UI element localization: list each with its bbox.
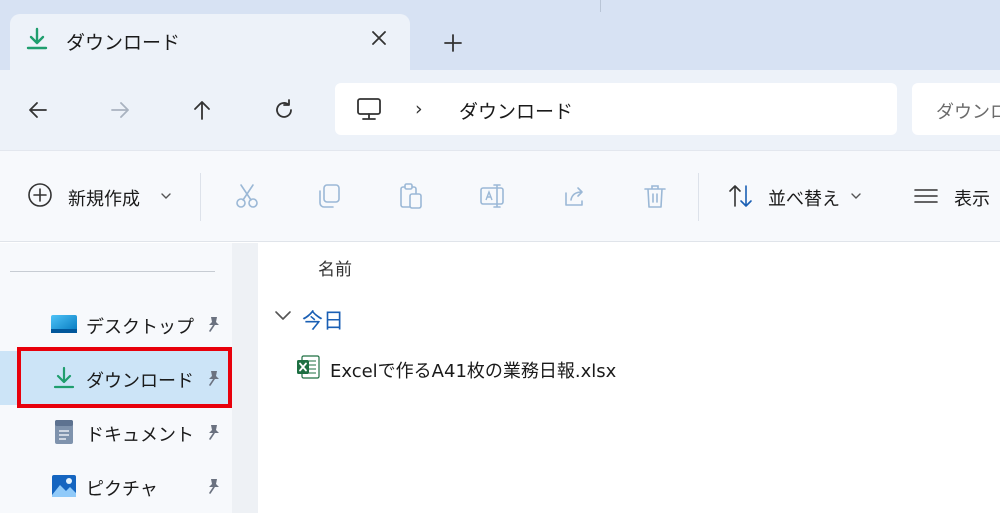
view-lines-icon xyxy=(914,189,938,203)
file-list: 名前 今日 Excelで作るA41枚の業務日報.xlsx xyxy=(258,243,1000,513)
file-name: Excelで作るA41枚の業務日報.xlsx xyxy=(330,361,617,382)
pin-icon[interactable] xyxy=(204,477,222,495)
tab-title: ダウンロード xyxy=(66,32,181,54)
pin-icon[interactable] xyxy=(204,315,222,333)
toolbar-divider xyxy=(698,173,699,221)
chevron-down-icon xyxy=(161,193,171,199)
sidebar-scrollbar[interactable] xyxy=(232,243,258,513)
toolbar-divider xyxy=(200,173,201,221)
tab-downloads[interactable]: ダウンロード xyxy=(10,14,410,70)
title-bar: ダウンロード xyxy=(0,0,1000,70)
sort-button-label: 並べ替え xyxy=(768,189,840,210)
breadcrumb-chevron[interactable]: › xyxy=(415,98,423,120)
address-bar[interactable]: › ダウンロード xyxy=(335,83,897,135)
highlight-annotation-box xyxy=(17,347,232,408)
sidebar-item-pictures[interactable]: ピクチャ xyxy=(0,459,232,513)
view-button-label: 表示 xyxy=(954,189,990,210)
pictures-icon xyxy=(52,475,76,497)
sidebar-item-desktop[interactable]: デスクトップ xyxy=(0,297,232,351)
column-header-name[interactable]: 名前 xyxy=(318,255,352,280)
desktop-icon xyxy=(51,315,77,333)
close-icon[interactable] xyxy=(365,24,393,52)
copy-icon[interactable] xyxy=(314,181,344,211)
rename-icon[interactable] xyxy=(478,181,508,211)
this-pc-icon[interactable] xyxy=(355,96,383,122)
paste-icon[interactable] xyxy=(396,181,426,211)
back-arrow-icon[interactable] xyxy=(24,96,52,124)
chevron-down-icon xyxy=(851,193,861,199)
sidebar-item-label: ピクチャ xyxy=(86,479,158,500)
new-tab-plus-icon[interactable] xyxy=(440,30,466,56)
file-row[interactable]: Excelで作るA41枚の業務日報.xlsx xyxy=(288,349,788,385)
documents-icon xyxy=(55,420,73,444)
excel-file-icon xyxy=(297,355,320,379)
sort-button[interactable]: 並べ替え xyxy=(726,181,866,213)
search-placeholder: ダウンロ xyxy=(936,102,1000,123)
navigation-bar: › ダウンロード ダウンロ xyxy=(0,70,1000,150)
navigation-pane: デスクトップ ダウンロード ドキュメント ピクチャ xyxy=(0,243,232,513)
sidebar-item-label: ドキュメント xyxy=(86,425,194,446)
plus-circle-icon xyxy=(28,183,52,207)
up-arrow-icon[interactable] xyxy=(188,96,216,124)
command-bar: 新規作成 並べ替え 表示 xyxy=(0,150,1000,242)
new-button[interactable]: 新規作成 xyxy=(26,181,176,213)
group-header-today[interactable]: 今日 xyxy=(302,305,344,335)
chevron-down-icon[interactable] xyxy=(274,309,292,323)
cut-icon[interactable] xyxy=(232,181,262,211)
breadcrumb-downloads[interactable]: ダウンロード xyxy=(459,97,573,124)
pin-icon[interactable] xyxy=(204,423,222,441)
sidebar-item-documents[interactable]: ドキュメント xyxy=(0,405,232,459)
sort-arrows-icon xyxy=(729,185,752,207)
view-button[interactable]: 表示 xyxy=(912,181,1000,213)
new-button-label: 新規作成 xyxy=(68,189,140,210)
sidebar-divider xyxy=(10,271,215,272)
titlebar-divider xyxy=(600,0,601,12)
download-icon xyxy=(26,27,48,50)
sidebar-item-label: デスクトップ xyxy=(86,317,194,338)
share-icon[interactable] xyxy=(560,181,590,211)
refresh-icon[interactable] xyxy=(270,96,298,124)
delete-trash-icon[interactable] xyxy=(640,181,670,211)
search-input[interactable]: ダウンロ xyxy=(912,83,1000,135)
forward-arrow-icon[interactable] xyxy=(106,96,134,124)
